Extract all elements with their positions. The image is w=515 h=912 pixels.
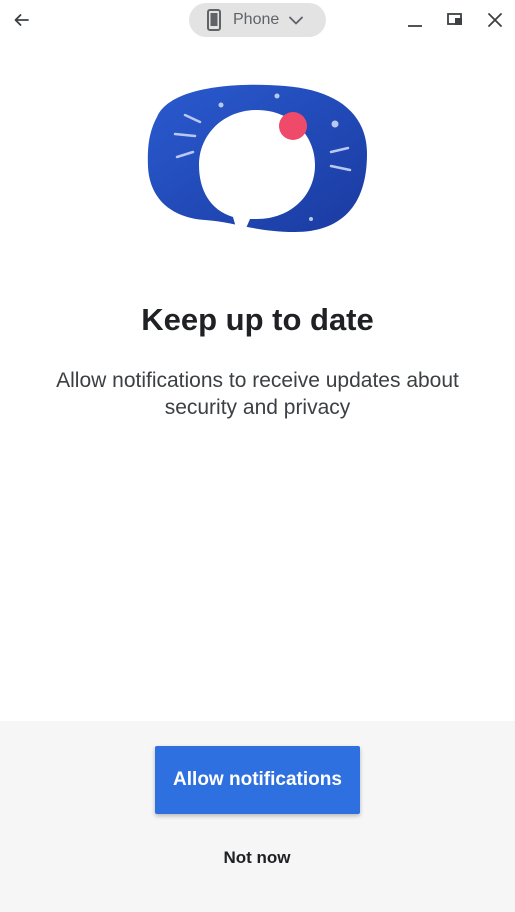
notification-illustration	[145, 82, 370, 252]
back-button[interactable]	[5, 4, 37, 36]
close-button[interactable]	[479, 4, 511, 36]
notification-badge	[279, 112, 307, 140]
not-now-button[interactable]: Not now	[182, 841, 332, 875]
allow-notifications-button[interactable]: Allow notifications	[155, 746, 360, 814]
resize-button[interactable]	[439, 4, 471, 36]
chevron-down-icon	[289, 16, 304, 24]
phone-icon	[207, 9, 221, 31]
device-selector-label: Phone	[233, 11, 280, 28]
action-footer: Allow notifications Not now	[0, 721, 515, 912]
resize-icon	[447, 13, 462, 25]
title-bar: Phone	[0, 0, 515, 40]
close-icon	[488, 13, 502, 27]
minimize-button[interactable]	[399, 4, 431, 36]
page-description: Allow notifications to receive updates a…	[56, 369, 459, 419]
back-arrow-icon	[14, 14, 29, 26]
device-selector[interactable]: Phone	[189, 3, 326, 37]
minimize-icon	[408, 25, 422, 27]
page-title: Keep up to date	[141, 302, 374, 337]
